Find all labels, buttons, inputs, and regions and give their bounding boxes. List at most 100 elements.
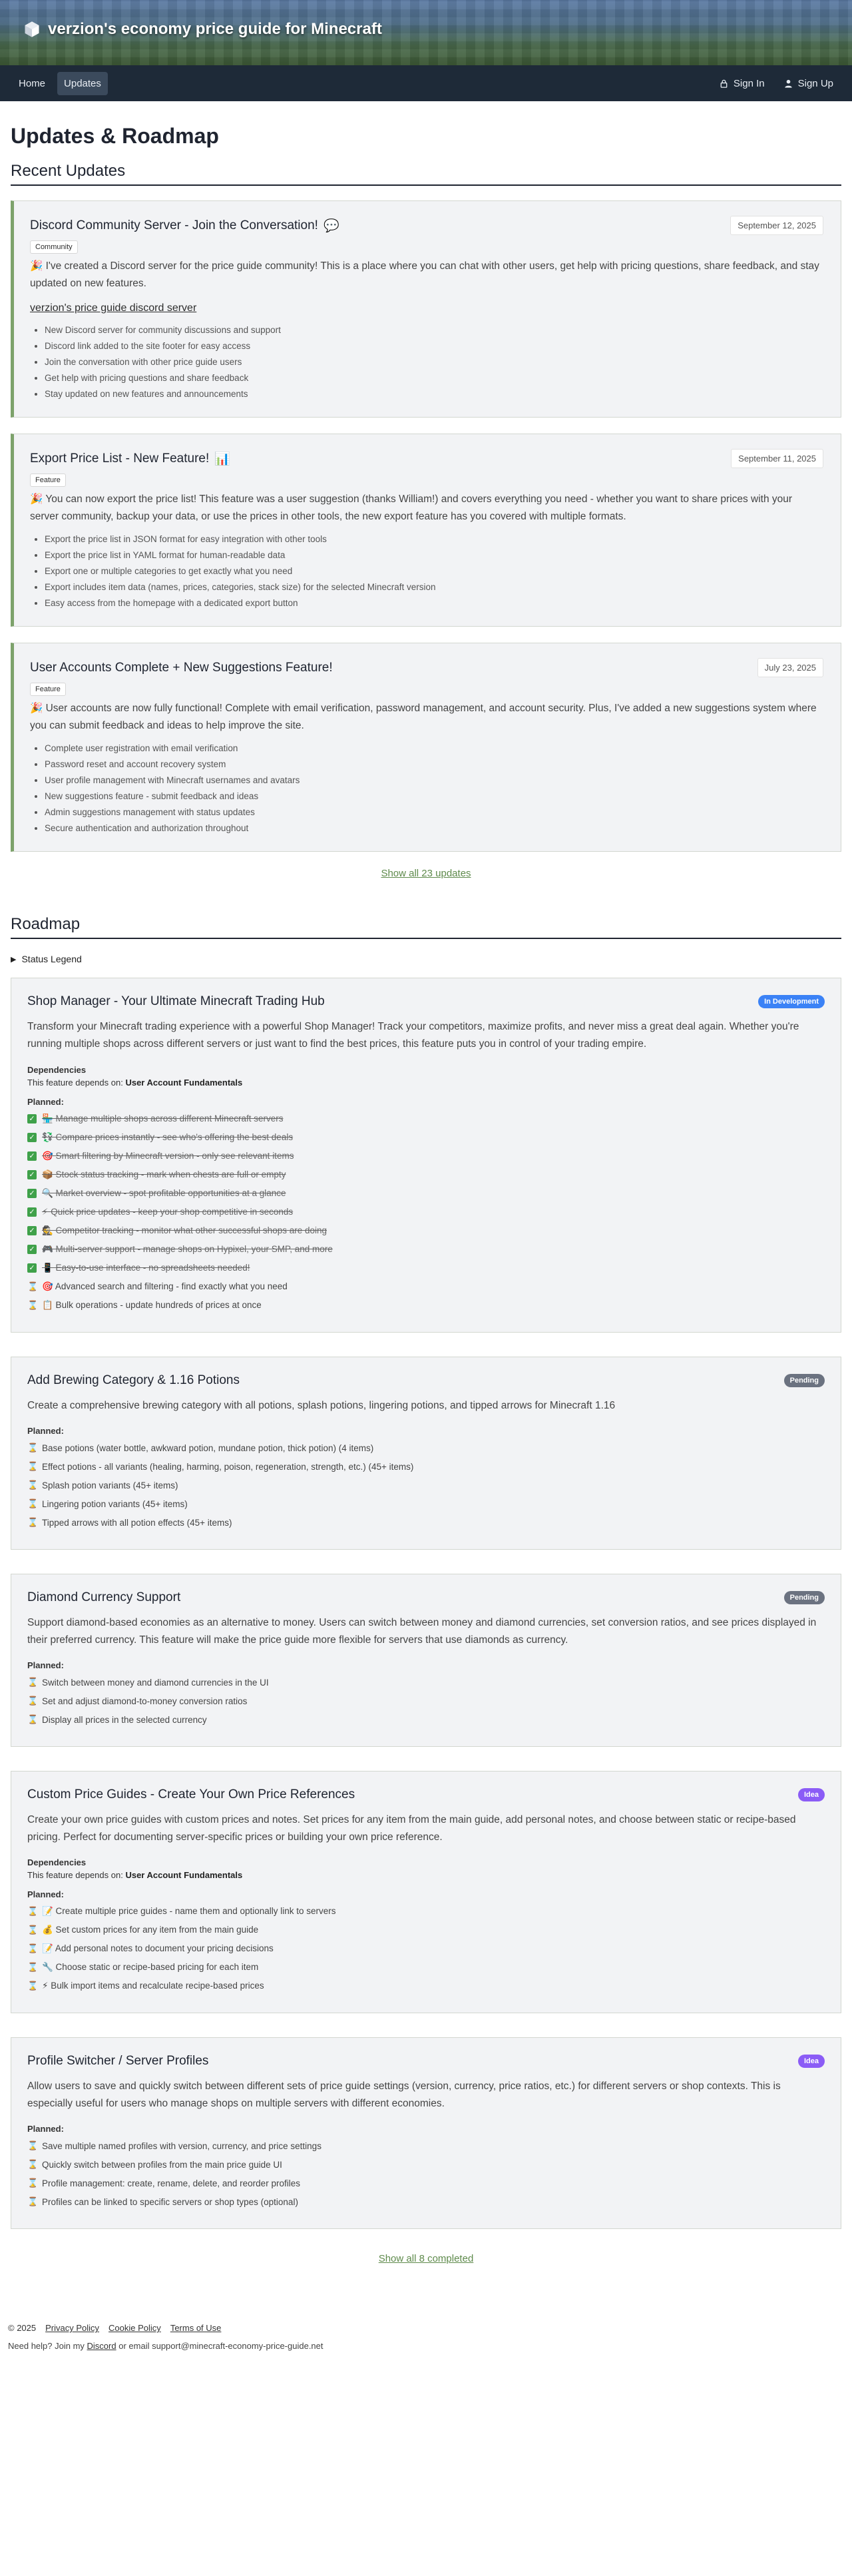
hourglass-icon: ⌛: [27, 1981, 39, 1991]
dependency-text: This feature depends on: User Account Fu…: [27, 1870, 825, 1880]
hourglass-icon: ⌛: [27, 1498, 39, 1509]
update-title: Export Price List - New Feature! 📊: [30, 451, 230, 467]
nav-updates-link[interactable]: Updates: [57, 71, 108, 95]
task-item: ⌛ Effect potions - all variants (healing,…: [27, 1457, 825, 1476]
list-item: Join the conversation with other price g…: [45, 354, 823, 370]
discord-server-link[interactable]: verzion's price guide discord server: [30, 302, 196, 314]
task-text: 🕵️ Competitor tracking - monitor what ot…: [42, 1225, 327, 1235]
cookie-policy-link[interactable]: Cookie Policy: [108, 2323, 161, 2333]
planned-label: Planned:: [27, 1426, 64, 1437]
task-text: Effect potions - all variants (healing, …: [42, 1461, 414, 1472]
roadmap-title: Profile Switcher / Server Profiles: [27, 2054, 209, 2069]
lock-icon: [720, 79, 728, 88]
task-item: ⌛ Switch between money and diamond curren…: [27, 1673, 825, 1692]
update-badge: Community: [30, 240, 78, 254]
list-item: Password reset and account recovery syst…: [45, 757, 823, 773]
site-footer: © 2025 Privacy Policy Cookie Policy Term…: [0, 2323, 852, 2371]
sign-up-link[interactable]: Sign Up: [777, 72, 840, 95]
nav-home-link[interactable]: Home: [12, 72, 52, 95]
update-date: September 11, 2025: [731, 449, 823, 469]
hourglass-icon: ⌛: [27, 1299, 39, 1310]
update-title-text: User Accounts Complete + New Suggestions…: [30, 660, 333, 675]
show-completed-link[interactable]: Show all 8 completed: [11, 2253, 841, 2264]
hourglass-icon: ⌛: [27, 1461, 39, 1472]
list-item: New suggestions feature - submit feedbac…: [45, 789, 823, 805]
list-item: Export one or multiple categories to get…: [45, 563, 823, 579]
update-badge: Feature: [30, 474, 66, 487]
hourglass-icon: ⌛: [27, 2196, 39, 2207]
task-item: ⌛ 📝 Add personal notes to document your p…: [27, 1939, 825, 1958]
update-title-text: Discord Community Server - Join the Conv…: [30, 218, 318, 232]
task-item: ⌛ 🎯 Advanced search and filtering - find …: [27, 1277, 825, 1296]
updates-list: Discord Community Server - Join the Conv…: [11, 200, 841, 852]
task-item: ✓ 🔍 Market overview - spot profitable opp…: [27, 1184, 825, 1203]
list-item: Export the price list in JSON format for…: [45, 531, 823, 547]
list-item: Admin suggestions management with status…: [45, 805, 823, 820]
dependency-prefix: This feature depends on:: [27, 1077, 123, 1088]
update-items: New Discord server for community discuss…: [30, 322, 823, 402]
task-item: ✓ 🎮 Multi-server support - manage shops o…: [27, 1240, 825, 1259]
privacy-policy-link[interactable]: Privacy Policy: [45, 2323, 99, 2333]
roadmap-card: Shop Manager - Your Ultimate Minecraft T…: [11, 978, 841, 1333]
planned-label: Planned:: [27, 1096, 64, 1107]
status-badge: Idea: [797, 2055, 825, 2069]
roadmap-card: Add Brewing Category & 1.16 Potions Pendi…: [11, 1356, 841, 1550]
task-text: Set and adjust diamond-to-money conversi…: [42, 1696, 248, 1706]
task-text: Display all prices in the selected curre…: [42, 1714, 207, 1725]
checkbox-icon: ✓: [27, 1263, 37, 1273]
status-badge: Pending: [783, 1373, 825, 1387]
task-item: ✓ 💱 Compare prices instantly - see who's …: [27, 1128, 825, 1147]
task-list: ✓ 🏪 Manage multiple shops across differen…: [27, 1110, 825, 1315]
sign-in-label: Sign In: [733, 77, 765, 89]
copyright: © 2025: [8, 2323, 37, 2334]
user-icon: [784, 79, 792, 88]
sign-in-link[interactable]: Sign In: [712, 72, 771, 95]
task-item: ✓ 🕵️ Competitor tracking - monitor what o…: [27, 1221, 825, 1240]
task-item: ⌛ Base potions (water bottle, awkward pot…: [27, 1439, 825, 1457]
task-text: 💰 Set custom prices for any item from th…: [42, 1925, 259, 1935]
hourglass-icon: ⌛: [27, 1480, 39, 1490]
checkbox-icon: ✓: [27, 1188, 37, 1198]
terms-of-use-link[interactable]: Terms of Use: [170, 2323, 222, 2333]
task-item: ✓ 🎯 Smart filtering by Minecraft version …: [27, 1147, 825, 1165]
dependencies-label: Dependencies: [27, 1857, 87, 1868]
show-all-updates-link[interactable]: Show all 23 updates: [11, 868, 841, 879]
list-item: Export the price list in YAML format for…: [45, 547, 823, 563]
update-title: Discord Community Server - Join the Conv…: [30, 218, 339, 234]
checkbox-icon: ✓: [27, 1225, 37, 1235]
site-title[interactable]: verzion's economy price guide for Minecr…: [23, 20, 382, 39]
task-item: ✓ 🏪 Manage multiple shops across differen…: [27, 1110, 825, 1128]
checkbox-icon: ✓: [27, 1169, 37, 1179]
update-description: 🎉 User accounts are now fully functional…: [30, 703, 817, 731]
checkbox-icon: ✓: [27, 1114, 37, 1124]
update-date: July 23, 2025: [757, 658, 823, 678]
recent-updates-heading: Recent Updates: [11, 162, 841, 186]
update-items: Export the price list in JSON format for…: [30, 531, 823, 611]
task-item: ⌛ Lingering potion variants (45+ items): [27, 1494, 825, 1513]
task-item: ⌛ ⚡ Bulk import items and recalculate rec…: [27, 1977, 825, 1995]
list-item: User profile management with Minecraft u…: [45, 773, 823, 789]
task-text: Quickly switch between profiles from the…: [42, 2159, 282, 2170]
discord-link[interactable]: Discord: [87, 2341, 116, 2351]
main-nav: Home Updates Sign In Sign Up: [0, 65, 852, 101]
task-text: Profiles can be linked to specific serve…: [42, 2196, 298, 2207]
hourglass-icon: ⌛: [27, 1925, 39, 1935]
task-item: ⌛ Quickly switch between profiles from th…: [27, 2155, 825, 2174]
dependency-text: This feature depends on: User Account Fu…: [27, 1078, 825, 1088]
roadmap-title: Diamond Currency Support: [27, 1590, 181, 1605]
roadmap-card: Diamond Currency Support Pending Support d…: [11, 1574, 841, 1748]
hourglass-icon: ⌛: [27, 2140, 39, 2151]
hourglass-icon: ⌛: [27, 1677, 39, 1688]
hourglass-icon: ⌛: [27, 1443, 39, 1453]
dependency-name: User Account Fundamentals: [125, 1077, 243, 1088]
status-legend-label: Status Legend: [21, 954, 82, 965]
status-legend-toggle[interactable]: ▶ Status Legend: [11, 954, 841, 964]
checkbox-icon: ✓: [27, 1151, 37, 1161]
list-item: Complete user registration with email ve…: [45, 741, 823, 757]
checkbox-icon: ✓: [27, 1244, 37, 1254]
hourglass-icon: ⌛: [27, 1943, 39, 1954]
task-text: 🔧 Choose static or recipe-based pricing …: [42, 1962, 259, 1973]
help-prefix: Need help? Join my: [8, 2341, 85, 2352]
task-text: 📦 Stock status tracking - mark when ches…: [42, 1169, 286, 1179]
task-item: ⌛ Tipped arrows with all potion effects (…: [27, 1513, 825, 1532]
